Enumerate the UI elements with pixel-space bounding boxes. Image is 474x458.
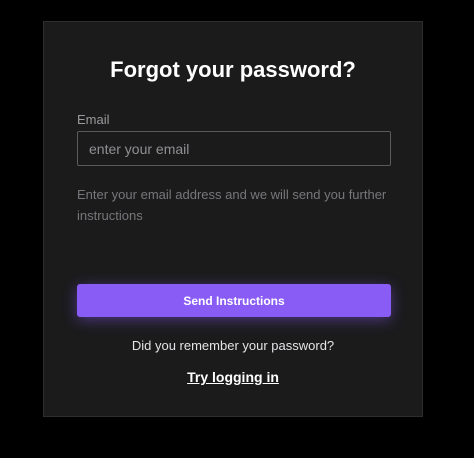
remember-password-text: Did you remember your password? xyxy=(131,338,335,353)
email-label: Email xyxy=(77,112,110,127)
email-field[interactable] xyxy=(77,131,391,166)
send-instructions-button[interactable]: Send Instructions xyxy=(77,284,391,317)
forgot-password-card: Forgot your password? Email Enter your e… xyxy=(43,21,423,417)
page-title: Forgot your password? xyxy=(110,57,356,82)
login-link-container: Try logging in xyxy=(44,368,422,386)
try-logging-in-link[interactable]: Try logging in xyxy=(187,369,279,385)
help-text: Enter your email address and we will sen… xyxy=(77,187,387,223)
